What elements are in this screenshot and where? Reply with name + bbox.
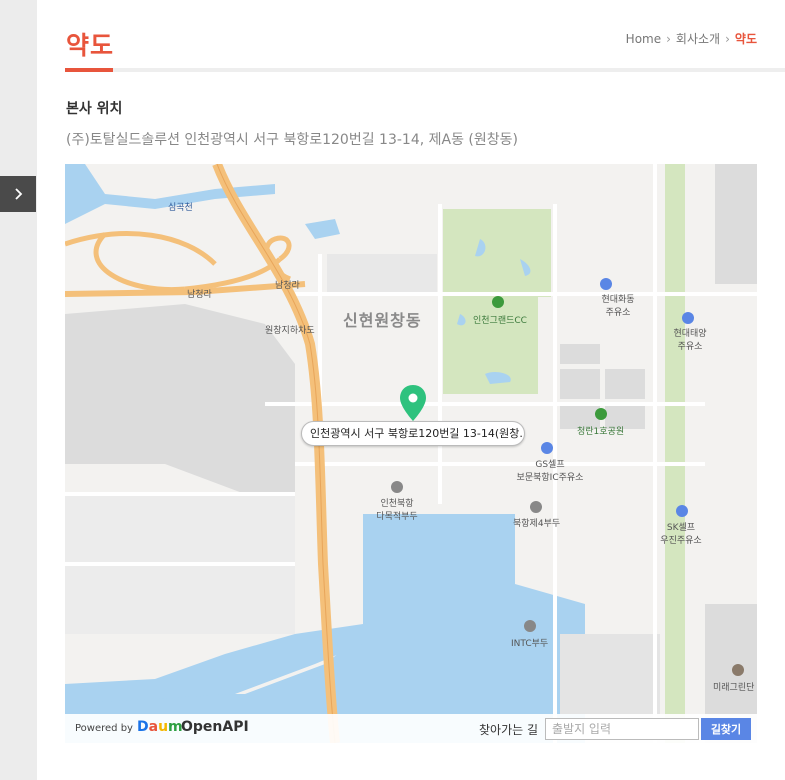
map-label-ic: 남청라: [275, 281, 300, 291]
map-pin-icon[interactable]: [399, 384, 427, 422]
map-base-layer: [65, 164, 757, 743]
gas-station-icon[interactable]: [600, 278, 612, 290]
chevron-right-icon: ›: [666, 31, 671, 46]
map-label-golf: 인천그랜드CC: [473, 316, 527, 326]
map-view[interactable]: 심곡천 남청라 남청라 원창지하차도 신현원창동 인천그랜드CC 현대화동 주유…: [65, 164, 757, 743]
golf-icon[interactable]: [492, 296, 504, 308]
port-icon[interactable]: [530, 501, 542, 513]
map-label-underpass: 원창지하차도: [265, 326, 315, 336]
port-icon[interactable]: [524, 620, 536, 632]
park-icon[interactable]: [595, 408, 607, 420]
map-label-pier-1: 인천북항 다목적부두: [376, 499, 418, 522]
chevron-right-icon: [15, 188, 23, 200]
map-footer: Powered by Daum OpenAPI 찾아가는 길 길찾기: [65, 714, 757, 743]
gas-station-icon[interactable]: [541, 442, 553, 454]
route-label: 찾아가는 길: [479, 723, 539, 737]
powered-by-label: Powered by: [75, 723, 133, 734]
route-origin-input[interactable]: [545, 718, 699, 740]
chevron-right-icon: ›: [725, 31, 730, 46]
map-label-gas-1: 현대화동 주유소: [601, 295, 635, 318]
map-infowindow[interactable]: 인천광역시 서구 북항로120번길 13-14(원창...: [301, 421, 525, 446]
map-label-gas-3: GS셀프 보문북항IC주유소: [516, 460, 584, 483]
map-label-pier-2: 북항제4부두: [513, 519, 561, 529]
map-label-park: 청란1호공원: [577, 427, 625, 437]
map-label-ic-2: 남청라: [187, 290, 212, 300]
address-text: (주)토탈실드솔루션 인천광역시 서구 북항로120번길 13-14, 제A동 …: [66, 132, 518, 148]
title-divider: [65, 68, 785, 72]
breadcrumb-current: 약도: [734, 32, 757, 46]
daum-logo[interactable]: Daum: [137, 719, 183, 735]
openapi-label: OpenAPI: [181, 719, 249, 735]
port-icon[interactable]: [391, 481, 403, 493]
place-icon[interactable]: [732, 664, 744, 676]
breadcrumb-company[interactable]: 회사소개: [676, 30, 720, 47]
section-heading: 본사 위치: [66, 101, 123, 117]
map-label-gas-2: 현대태양 주유소: [673, 329, 707, 352]
gas-station-icon[interactable]: [682, 312, 694, 324]
map-label-district: 신현원창동: [343, 311, 422, 330]
title-divider-accent: [65, 68, 113, 72]
map-label-pier-3: INTC부두: [511, 639, 549, 649]
breadcrumb-home[interactable]: Home: [626, 32, 661, 46]
route-search-button[interactable]: 길찾기: [701, 718, 751, 740]
sidebar-toggle-button[interactable]: [0, 176, 36, 212]
page-title: 약도: [66, 31, 115, 60]
map-label-gas-4: SK셀프 우진주유소: [660, 523, 702, 546]
map-label-stream: 심곡천: [168, 203, 193, 213]
gas-station-icon[interactable]: [676, 505, 688, 517]
left-rail: [0, 0, 37, 780]
breadcrumb: Home › 회사소개 › 약도: [626, 30, 757, 47]
map-label-mirae: 미래그린단: [713, 683, 755, 693]
